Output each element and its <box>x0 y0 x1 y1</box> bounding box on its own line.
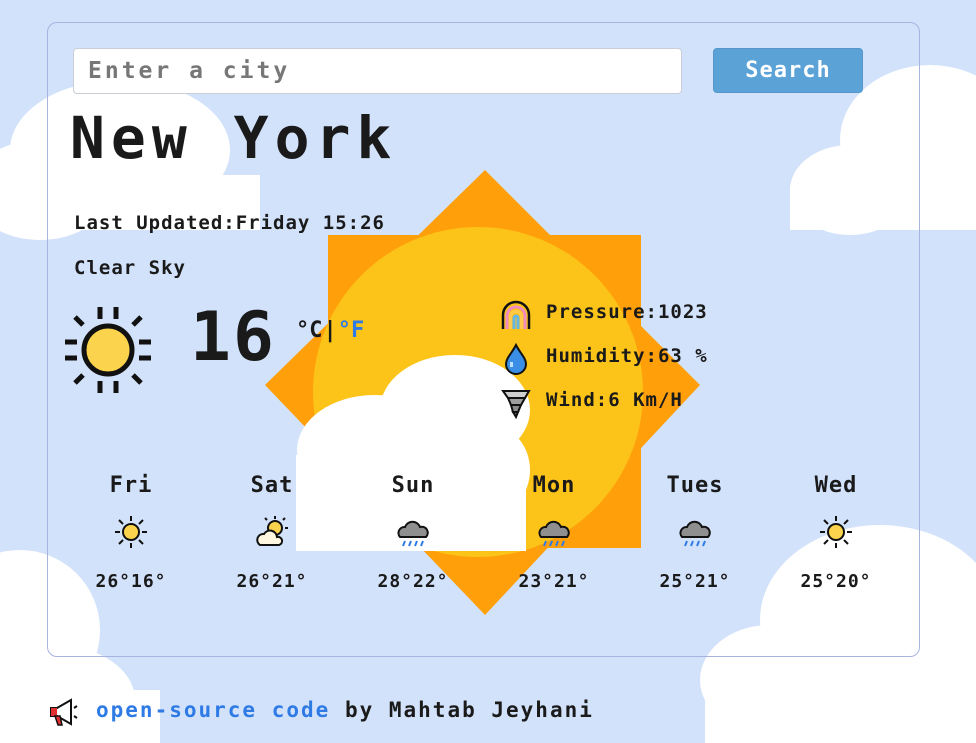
megaphone-icon <box>50 698 78 726</box>
forecast-day: Wed 25°20° <box>776 473 896 592</box>
sun-icon <box>820 516 852 548</box>
forecast-day-name: Mon <box>532 473 576 498</box>
forecast-day: Mon 23°21° <box>494 473 614 592</box>
forecast-temps: 25°20° <box>800 571 872 592</box>
rainbow-icon <box>501 300 531 329</box>
forecast-temps: 25°21° <box>659 571 731 592</box>
open-source-code-link[interactable]: open-source code <box>96 698 330 722</box>
celsius-unit[interactable]: °C <box>296 318 323 343</box>
forecast-temps: 23°21° <box>518 571 590 592</box>
tornado-icon <box>501 390 531 419</box>
fahrenheit-link[interactable]: °F <box>338 318 365 343</box>
forecast-temps: 28°22° <box>377 571 449 592</box>
rain-cloud-icon <box>397 520 429 547</box>
forecast-day-name: Tues <box>666 473 724 498</box>
forecast-temps: 26°16° <box>95 571 167 592</box>
humidity-text: Humidity:63 % <box>546 345 708 367</box>
forecast-day-name: Sun <box>391 473 435 498</box>
footer-text: open-source code by Mahtab Jeyhani <box>96 698 594 722</box>
current-temperature: 16 <box>190 298 276 377</box>
unit-separator: | <box>323 318 337 343</box>
last-updated: Last Updated:Friday 15:26 <box>74 212 385 234</box>
city-search-input[interactable] <box>73 48 682 94</box>
forecast-day: Sun 28°22° <box>353 473 473 592</box>
search-button[interactable]: Search <box>713 48 863 93</box>
footer-credit: by Mahtab Jeyhani <box>330 698 594 722</box>
weather-description: Clear Sky <box>74 257 186 279</box>
pressure-text: Pressure:1023 <box>546 301 708 323</box>
droplet-icon <box>504 343 528 375</box>
forecast-day: Fri 26°16° <box>71 473 191 592</box>
forecast-day-name: Fri <box>109 473 153 498</box>
rain-cloud-icon <box>679 520 711 547</box>
wind-text: Wind:6 Km/H <box>546 389 683 411</box>
partly-cloudy-icon <box>256 516 288 546</box>
rain-cloud-icon <box>538 520 570 547</box>
forecast-day-name: Sat <box>250 473 294 498</box>
sun-icon <box>115 516 147 548</box>
forecast-day: Sat 26°21° <box>212 473 332 592</box>
unit-toggle: °C|°F <box>296 318 364 343</box>
forecast-temps: 26°21° <box>236 571 308 592</box>
forecast-day-name: Wed <box>814 473 858 498</box>
forecast-day: Tues 25°21° <box>635 473 755 592</box>
city-name: New York <box>70 104 398 172</box>
sun-icon <box>65 307 151 393</box>
